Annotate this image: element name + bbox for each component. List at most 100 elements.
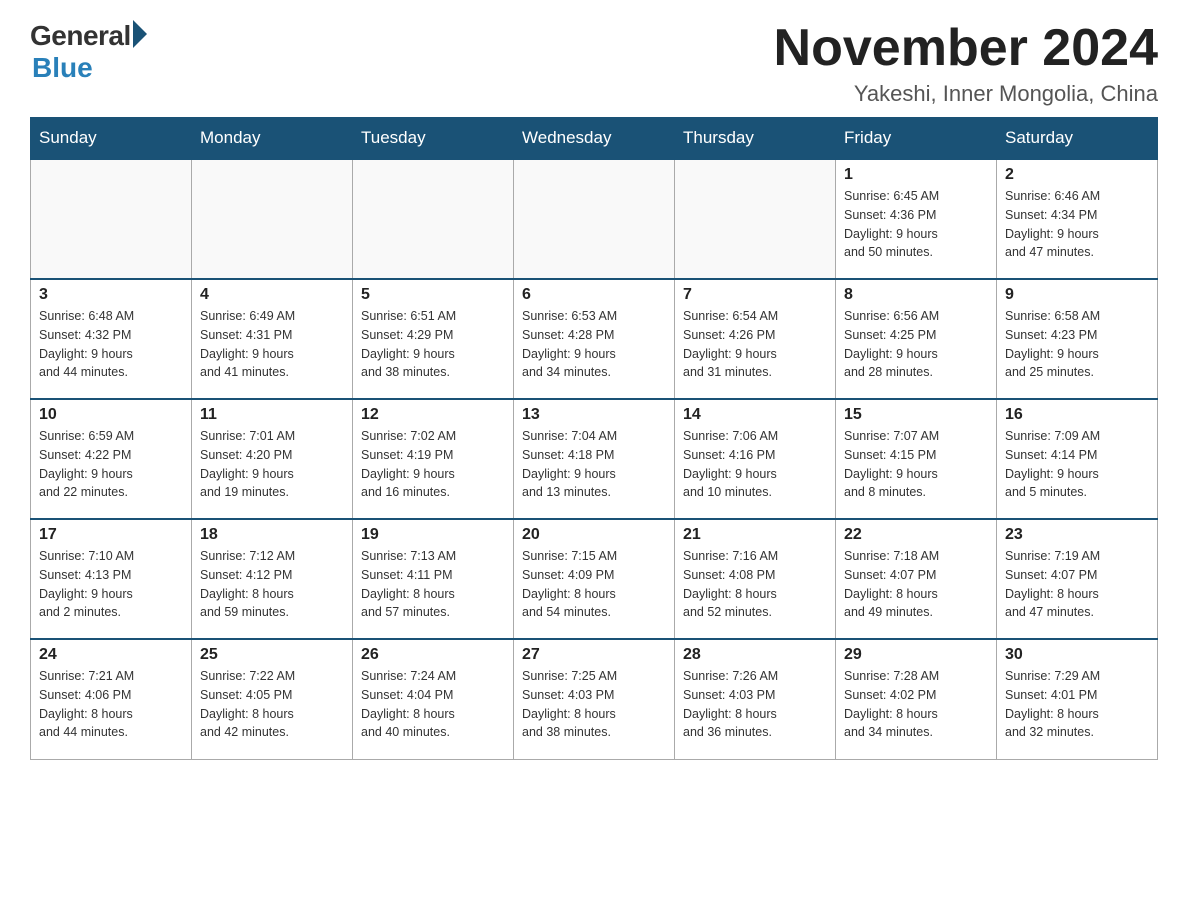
logo-triangle-icon (133, 20, 147, 48)
week-row-2: 3Sunrise: 6:48 AMSunset: 4:32 PMDaylight… (31, 279, 1158, 399)
day-number: 8 (844, 286, 988, 304)
day-info: Sunrise: 7:16 AMSunset: 4:08 PMDaylight:… (683, 547, 827, 622)
day-info: Sunrise: 7:06 AMSunset: 4:16 PMDaylight:… (683, 427, 827, 502)
day-number: 5 (361, 286, 505, 304)
calendar-cell: 4Sunrise: 6:49 AMSunset: 4:31 PMDaylight… (192, 279, 353, 399)
day-info: Sunrise: 7:12 AMSunset: 4:12 PMDaylight:… (200, 547, 344, 622)
day-number: 9 (1005, 286, 1149, 304)
day-number: 24 (39, 646, 183, 664)
day-number: 27 (522, 646, 666, 664)
calendar-cell: 13 Sunrise: 7:04 AMSunset: 4:18 PMDayligh… (514, 399, 675, 519)
column-header-monday: Monday (192, 118, 353, 160)
day-number: 26 (361, 646, 505, 664)
calendar-cell: 30 Sunrise: 7:29 AMSunset: 4:01 PMDayligh… (997, 639, 1158, 759)
logo-blue-text: Blue (32, 52, 93, 84)
week-row-3: 10 Sunrise: 6:59 AMSunset: 4:22 PMDayligh… (31, 399, 1158, 519)
calendar-cell: 2 Sunrise: 6:46 AMSunset: 4:34 PMDaylight… (997, 159, 1158, 279)
day-number: 20 (522, 526, 666, 544)
day-number: 12 (361, 406, 505, 424)
calendar-cell: 24Sunrise: 7:21 AMSunset: 4:06 PMDayligh… (31, 639, 192, 759)
day-info: Sunrise: 6:58 AMSunset: 4:23 PMDaylight:… (1005, 307, 1149, 382)
day-number: 7 (683, 286, 827, 304)
day-info: Sunrise: 6:59 AMSunset: 4:22 PMDaylight:… (39, 427, 183, 502)
day-number: 29 (844, 646, 988, 664)
day-number: 17 (39, 526, 183, 544)
calendar-cell (675, 159, 836, 279)
calendar-cell: 25 Sunrise: 7:22 AMSunset: 4:05 PMDayligh… (192, 639, 353, 759)
day-number: 15 (844, 406, 988, 424)
day-info: Sunrise: 6:53 AMSunset: 4:28 PMDaylight:… (522, 307, 666, 382)
day-info: Sunrise: 6:48 AMSunset: 4:32 PMDaylight:… (39, 307, 183, 382)
calendar-cell: 6 Sunrise: 6:53 AMSunset: 4:28 PMDaylight… (514, 279, 675, 399)
day-number: 6 (522, 286, 666, 304)
day-info: Sunrise: 6:54 AMSunset: 4:26 PMDaylight:… (683, 307, 827, 382)
day-info: Sunrise: 7:18 AMSunset: 4:07 PMDaylight:… (844, 547, 988, 622)
day-info: Sunrise: 7:19 AMSunset: 4:07 PMDaylight:… (1005, 547, 1149, 622)
day-info: Sunrise: 7:22 AMSunset: 4:05 PMDaylight:… (200, 667, 344, 742)
day-info: Sunrise: 6:46 AMSunset: 4:34 PMDaylight:… (1005, 187, 1149, 262)
day-number: 22 (844, 526, 988, 544)
day-number: 10 (39, 406, 183, 424)
day-number: 28 (683, 646, 827, 664)
column-header-saturday: Saturday (997, 118, 1158, 160)
calendar-cell (353, 159, 514, 279)
calendar-cell: 29 Sunrise: 7:28 AMSunset: 4:02 PMDayligh… (836, 639, 997, 759)
day-info: Sunrise: 6:51 AMSunset: 4:29 PMDaylight:… (361, 307, 505, 382)
day-number: 25 (200, 646, 344, 664)
calendar-cell: 10 Sunrise: 6:59 AMSunset: 4:22 PMDayligh… (31, 399, 192, 519)
column-header-sunday: Sunday (31, 118, 192, 160)
day-number: 23 (1005, 526, 1149, 544)
day-info: Sunrise: 7:28 AMSunset: 4:02 PMDaylight:… (844, 667, 988, 742)
day-info: Sunrise: 7:29 AMSunset: 4:01 PMDaylight:… (1005, 667, 1149, 742)
day-number: 21 (683, 526, 827, 544)
day-info: Sunrise: 7:26 AMSunset: 4:03 PMDaylight:… (683, 667, 827, 742)
day-info: Sunrise: 7:07 AMSunset: 4:15 PMDaylight:… (844, 427, 988, 502)
day-number: 30 (1005, 646, 1149, 664)
calendar-cell: 21 Sunrise: 7:16 AMSunset: 4:08 PMDayligh… (675, 519, 836, 639)
calendar-cell: 17 Sunrise: 7:10 AMSunset: 4:13 PMDayligh… (31, 519, 192, 639)
day-info: Sunrise: 7:02 AMSunset: 4:19 PMDaylight:… (361, 427, 505, 502)
calendar-cell: 15 Sunrise: 7:07 AMSunset: 4:15 PMDayligh… (836, 399, 997, 519)
day-number: 16 (1005, 406, 1149, 424)
logo-general-text: General (30, 20, 131, 52)
calendar-cell: 12 Sunrise: 7:02 AMSunset: 4:19 PMDayligh… (353, 399, 514, 519)
calendar-cell: 27Sunrise: 7:25 AMSunset: 4:03 PMDayligh… (514, 639, 675, 759)
calendar-cell: 1Sunrise: 6:45 AMSunset: 4:36 PMDaylight… (836, 159, 997, 279)
calendar-cell (192, 159, 353, 279)
day-number: 14 (683, 406, 827, 424)
logo: General Blue (30, 20, 147, 84)
month-title: November 2024 (774, 20, 1158, 77)
column-header-wednesday: Wednesday (514, 118, 675, 160)
day-info: Sunrise: 7:13 AMSunset: 4:11 PMDaylight:… (361, 547, 505, 622)
calendar-cell: 26Sunrise: 7:24 AMSunset: 4:04 PMDayligh… (353, 639, 514, 759)
column-header-friday: Friday (836, 118, 997, 160)
page-header: General Blue November 2024 Yakeshi, Inne… (30, 20, 1158, 107)
calendar-table: SundayMondayTuesdayWednesdayThursdayFrid… (30, 117, 1158, 760)
calendar-cell (31, 159, 192, 279)
calendar-cell: 5 Sunrise: 6:51 AMSunset: 4:29 PMDaylight… (353, 279, 514, 399)
day-info: Sunrise: 6:56 AMSunset: 4:25 PMDaylight:… (844, 307, 988, 382)
calendar-header: SundayMondayTuesdayWednesdayThursdayFrid… (31, 118, 1158, 160)
column-header-tuesday: Tuesday (353, 118, 514, 160)
day-number: 13 (522, 406, 666, 424)
calendar-cell (514, 159, 675, 279)
column-header-thursday: Thursday (675, 118, 836, 160)
day-number: 11 (200, 406, 344, 424)
day-info: Sunrise: 7:04 AMSunset: 4:18 PMDaylight:… (522, 427, 666, 502)
day-info: Sunrise: 7:10 AMSunset: 4:13 PMDaylight:… (39, 547, 183, 622)
week-row-4: 17 Sunrise: 7:10 AMSunset: 4:13 PMDayligh… (31, 519, 1158, 639)
day-number: 2 (1005, 166, 1149, 184)
calendar-cell: 23 Sunrise: 7:19 AMSunset: 4:07 PMDayligh… (997, 519, 1158, 639)
day-number: 18 (200, 526, 344, 544)
header-row: SundayMondayTuesdayWednesdayThursdayFrid… (31, 118, 1158, 160)
day-info: Sunrise: 7:01 AMSunset: 4:20 PMDaylight:… (200, 427, 344, 502)
calendar-cell: 14 Sunrise: 7:06 AMSunset: 4:16 PMDayligh… (675, 399, 836, 519)
title-section: November 2024 Yakeshi, Inner Mongolia, C… (774, 20, 1158, 107)
calendar-cell: 18 Sunrise: 7:12 AMSunset: 4:12 PMDayligh… (192, 519, 353, 639)
calendar-cell: 22 Sunrise: 7:18 AMSunset: 4:07 PMDayligh… (836, 519, 997, 639)
calendar-cell: 16Sunrise: 7:09 AMSunset: 4:14 PMDayligh… (997, 399, 1158, 519)
location-subtitle: Yakeshi, Inner Mongolia, China (774, 81, 1158, 107)
day-number: 1 (844, 166, 988, 184)
calendar-cell: 9 Sunrise: 6:58 AMSunset: 4:23 PMDaylight… (997, 279, 1158, 399)
calendar-cell: 3Sunrise: 6:48 AMSunset: 4:32 PMDaylight… (31, 279, 192, 399)
